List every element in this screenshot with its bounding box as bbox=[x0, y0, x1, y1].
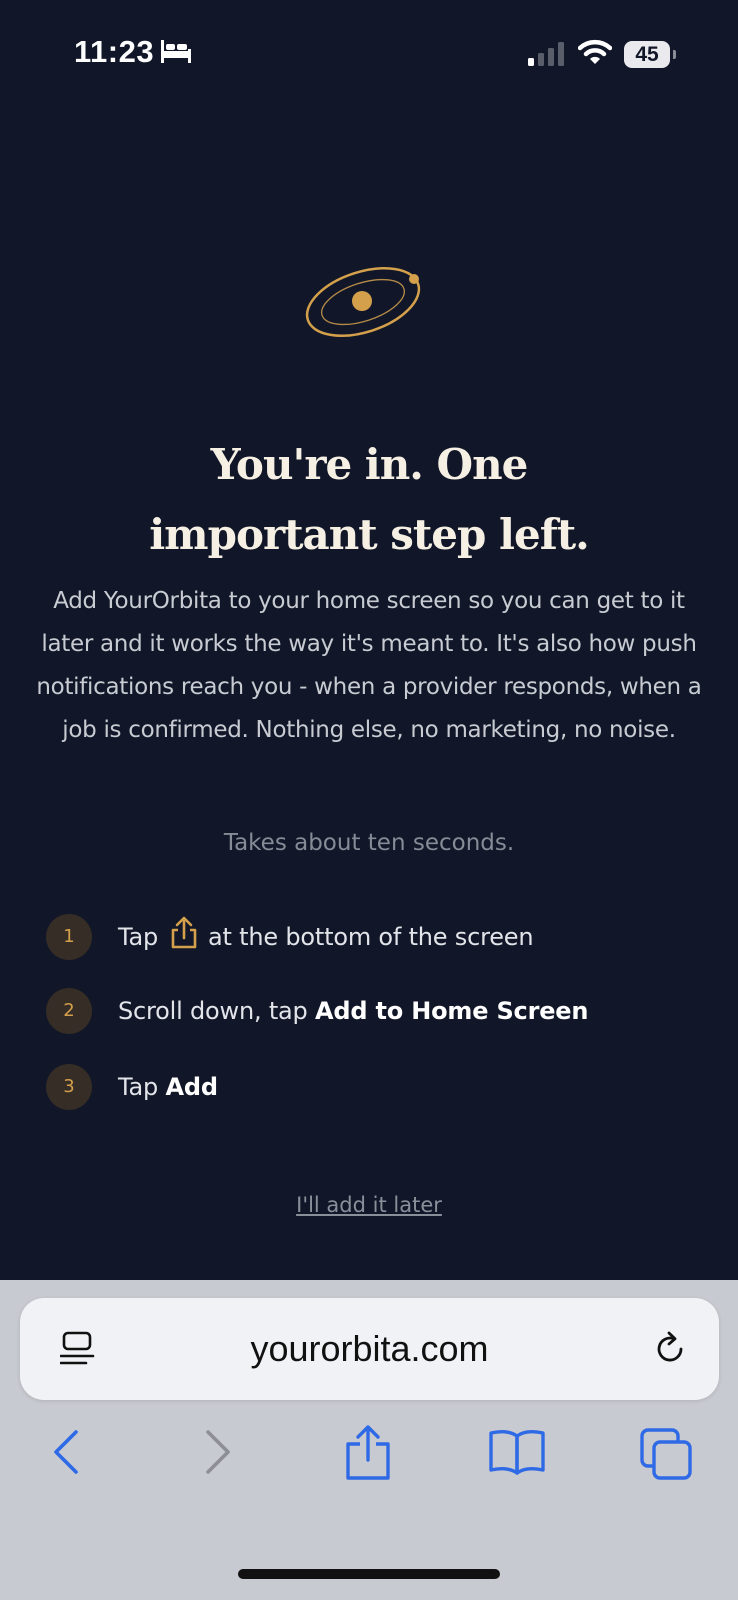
step-text-before: Tap bbox=[118, 923, 159, 951]
reader-mode-icon[interactable] bbox=[60, 1330, 96, 1370]
battery-icon: 45 bbox=[624, 41, 670, 68]
reload-icon[interactable] bbox=[650, 1329, 690, 1369]
home-indicator[interactable] bbox=[238, 1569, 500, 1579]
step-text-before: Scroll down, tap bbox=[118, 997, 308, 1025]
step-text-after: at the bottom of the screen bbox=[208, 923, 534, 951]
title-line-1: You're in. One bbox=[210, 440, 529, 489]
cellular-signal-icon bbox=[528, 42, 564, 66]
description-text: Add YourOrbita to your home screen so yo… bbox=[36, 588, 702, 743]
step-instruction: Tap at the bottom of the screen bbox=[118, 914, 534, 960]
step-number: 3 bbox=[46, 1064, 92, 1110]
step-instruction: Tap Add bbox=[118, 1064, 218, 1110]
wifi-icon bbox=[578, 39, 612, 64]
share-icon bbox=[171, 916, 197, 949]
forward-icon[interactable] bbox=[200, 1428, 234, 1476]
back-icon[interactable] bbox=[50, 1428, 84, 1476]
battery-cap bbox=[673, 50, 676, 59]
bookmarks-icon[interactable] bbox=[488, 1428, 546, 1476]
step-text-bold: Add to Home Screen bbox=[315, 997, 589, 1025]
step-text-bold: Add bbox=[165, 1073, 218, 1101]
status-bar: 11:23 45 bbox=[0, 0, 738, 110]
share-icon[interactable] bbox=[344, 1424, 392, 1482]
step-1: 1 Tap at the bottom of the screen bbox=[46, 914, 706, 962]
step-number: 2 bbox=[46, 988, 92, 1034]
step-text-before: Tap bbox=[118, 1073, 159, 1101]
browser-toolbar: yourorbita.com bbox=[0, 1280, 738, 1600]
title-line-2: important step left. bbox=[149, 510, 590, 559]
page-title: You're in. One important step left. bbox=[80, 430, 658, 570]
status-time: 11:23 bbox=[74, 34, 155, 69]
tabs-icon[interactable] bbox=[640, 1428, 694, 1482]
add-later-link[interactable]: I'll add it later bbox=[200, 1190, 538, 1220]
orbit-logo-icon bbox=[305, 267, 421, 337]
step-2: 2 Scroll down, tap Add to Home Screen bbox=[46, 988, 706, 1036]
url-text[interactable]: yourorbita.com bbox=[120, 1298, 619, 1400]
address-bar[interactable]: yourorbita.com bbox=[20, 1298, 719, 1400]
step-instruction: Scroll down, tap Add to Home Screen bbox=[118, 988, 588, 1034]
step-number: 1 bbox=[46, 914, 92, 960]
bed-icon bbox=[161, 40, 191, 63]
step-3: 3 Tap Add bbox=[46, 1064, 706, 1112]
duration-note: Takes about ten seconds. bbox=[223, 830, 515, 856]
battery-level: 45 bbox=[635, 43, 659, 66]
